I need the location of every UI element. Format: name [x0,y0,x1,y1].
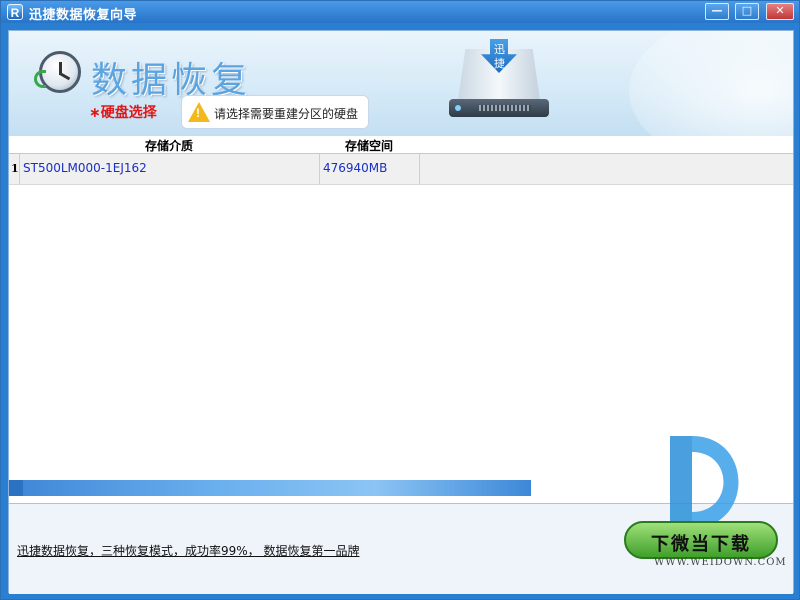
header-banner: 数据恢复 ∗硬盘选择 ! 请选择需要重建分区的硬盘 迅 捷 [9,31,793,136]
step-label: ∗硬盘选择 [89,105,157,121]
watermark-badge-text: 下微当下载 [651,534,751,555]
drive-led [455,105,461,111]
progress-bar-cap [9,480,23,496]
column-divider [19,154,20,184]
column-header-size[interactable]: 存储空间 [319,137,419,154]
promo-link[interactable]: 迅捷数据恢复，三种恢复模式，成功率99%， 数据恢复第一品牌 [17,542,360,559]
drive-base [449,99,549,117]
watermark-site: WWW.WEIDOWN.COM [654,557,787,568]
disk-table: 存储介质 存储空间 1 ST500LM000-1EJ162 476940MB [9,136,793,482]
clock-hand-minute [59,72,71,81]
cell-medium[interactable]: ST500LM000-1EJ162 [23,161,147,175]
app-logo-icon: R [7,4,23,20]
cell-size[interactable]: 476940MB [323,161,387,175]
close-button[interactable]: ✕ [766,3,794,20]
progress-bar [9,480,531,496]
watermark-logo-icon [670,436,739,528]
hard-drive-download-icon: 迅 捷 [449,39,549,125]
column-divider [319,154,320,184]
column-header-medium[interactable]: 存储介质 [19,137,319,154]
drive-char-2: 捷 [494,57,505,70]
column-divider [419,154,420,184]
warning-icon: ! [188,102,210,122]
clock-restore-icon [34,51,81,93]
table-header: 存储介质 存储空间 [9,136,793,154]
minimize-button[interactable]: — [705,3,729,20]
tip-box: ! 请选择需要重建分区的硬盘 [181,95,369,129]
title-bar[interactable]: R 迅捷数据恢复向导 — □ ✕ [1,1,799,23]
table-row[interactable]: 1 ST500LM000-1EJ162 476940MB [9,154,793,185]
watermark-download-badge: 下微当下载 [624,521,778,559]
banner-glow [629,31,793,136]
row-index: 1 [11,162,19,175]
maximize-button[interactable]: □ [735,3,759,20]
drive-grill [479,105,531,111]
tip-text: 请选择需要重建分区的硬盘 [214,107,359,121]
restore-arrow [34,70,46,88]
window-title: 迅捷数据恢复向导 [29,8,138,23]
